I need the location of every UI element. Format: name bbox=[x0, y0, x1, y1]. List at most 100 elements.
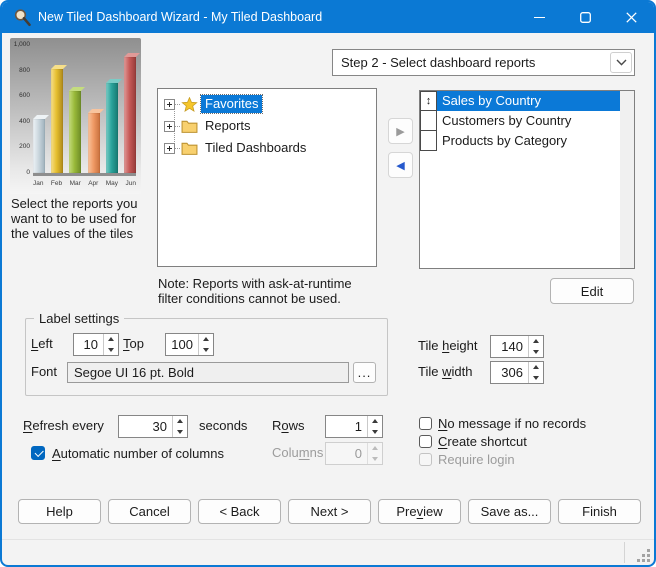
font-browse-button[interactable]: ... bbox=[353, 362, 376, 383]
tree-item-reports[interactable]: Reports bbox=[158, 115, 376, 137]
tree-item-label[interactable]: Tiled Dashboards bbox=[201, 139, 310, 157]
tree-item-label[interactable]: Favorites bbox=[201, 95, 262, 113]
step-select-value: Step 2 - Select dashboard reports bbox=[341, 55, 535, 70]
left-spinner[interactable]: 10 bbox=[73, 333, 119, 356]
chart-preview-image: 1,0008006004002000 JanFebMarAprMayJun bbox=[10, 38, 141, 194]
edit-button[interactable]: Edit bbox=[550, 278, 634, 304]
help-button[interactable]: Help bbox=[18, 499, 101, 524]
dropdown-chevron-box bbox=[610, 52, 632, 73]
chart-bar bbox=[69, 91, 81, 174]
maximize-icon bbox=[580, 12, 591, 23]
list-item-sales-by-country[interactable]: ↕ Sales by Country bbox=[420, 91, 620, 111]
group-title: Label settings bbox=[34, 311, 124, 326]
tile-height-spinner[interactable]: 140 bbox=[490, 335, 544, 358]
reorder-grip-icon[interactable]: ↕ bbox=[420, 91, 437, 111]
create-shortcut-label: Create shortcut bbox=[438, 434, 527, 449]
add-report-button[interactable]: ▶ bbox=[388, 118, 413, 144]
minimize-button[interactable] bbox=[516, 2, 562, 33]
rows-spinner[interactable]: 1 bbox=[325, 415, 383, 438]
list-scrollbar[interactable] bbox=[620, 91, 634, 268]
chart-xtick-label: Mar bbox=[70, 181, 81, 191]
tree-item-tiled-dashboards[interactable]: Tiled Dashboards bbox=[158, 137, 376, 159]
label-settings-group: Label settings bbox=[25, 318, 388, 396]
rows-value[interactable]: 1 bbox=[326, 419, 367, 434]
tile-height-value[interactable]: 140 bbox=[491, 339, 528, 354]
statusbar-divider bbox=[624, 542, 625, 563]
back-button[interactable]: < Back bbox=[198, 499, 281, 524]
expand-plus-icon[interactable] bbox=[164, 99, 175, 110]
spin-down-button[interactable] bbox=[173, 427, 187, 438]
spin-up-button[interactable] bbox=[529, 362, 543, 373]
font-field[interactable]: Segoe UI 16 pt. Bold bbox=[67, 362, 349, 383]
auto-columns-checkbox[interactable] bbox=[31, 446, 45, 460]
triangle-up-icon bbox=[533, 365, 539, 369]
spin-up-button[interactable] bbox=[368, 416, 382, 427]
spinner-buttons bbox=[528, 336, 543, 357]
spin-down-button[interactable] bbox=[104, 345, 118, 356]
close-button[interactable] bbox=[608, 2, 654, 33]
list-item-customers-by-country[interactable]: Customers by Country bbox=[420, 111, 620, 131]
triangle-up-icon bbox=[203, 337, 209, 341]
star-icon bbox=[181, 97, 198, 112]
spin-up-button[interactable] bbox=[104, 334, 118, 345]
list-item-label[interactable]: Products by Category bbox=[437, 131, 620, 151]
save-as-button[interactable]: Save as... bbox=[468, 499, 551, 524]
spin-up-button[interactable] bbox=[529, 336, 543, 347]
triangle-down-icon bbox=[108, 348, 114, 352]
note-line-2: filter conditions cannot be used. bbox=[158, 291, 408, 306]
left-value[interactable]: 10 bbox=[74, 337, 103, 352]
tile-width-label: Tile width bbox=[418, 361, 472, 383]
title-bar[interactable]: New Tiled Dashboard Wizard - My Tiled Da… bbox=[2, 2, 654, 33]
chart-xtick-label: Feb bbox=[51, 181, 62, 191]
tree-stub-line bbox=[175, 126, 180, 127]
top-spinner[interactable]: 100 bbox=[165, 333, 214, 356]
remove-report-button[interactable]: ◀ bbox=[388, 152, 413, 178]
spin-down-button[interactable] bbox=[529, 347, 543, 358]
expand-plus-icon[interactable] bbox=[164, 121, 175, 132]
spin-down-button[interactable] bbox=[529, 373, 543, 384]
selected-reports-list[interactable]: ↕ Sales by Country Customers by Country … bbox=[419, 90, 635, 269]
spinner-buttons bbox=[198, 334, 213, 355]
triangle-down-icon bbox=[533, 350, 539, 354]
no-message-checkbox[interactable] bbox=[419, 417, 432, 430]
spin-down-button[interactable] bbox=[199, 345, 213, 356]
reorder-grip-icon[interactable] bbox=[420, 130, 437, 151]
expand-plus-icon[interactable] bbox=[164, 143, 175, 154]
finish-button[interactable]: Finish bbox=[558, 499, 641, 524]
close-icon bbox=[626, 12, 637, 23]
chart-xtick-label: Jun bbox=[125, 181, 135, 191]
step-select-dropdown[interactable]: Step 2 - Select dashboard reports bbox=[332, 49, 635, 76]
list-item-label[interactable]: Customers by Country bbox=[437, 111, 620, 131]
cancel-button[interactable]: Cancel bbox=[108, 499, 191, 524]
list-item-products-by-category[interactable]: Products by Category bbox=[420, 131, 620, 151]
maximize-button[interactable] bbox=[562, 2, 608, 33]
triangle-up-icon bbox=[533, 339, 539, 343]
chart-x-axis: JanFebMarAprMayJun bbox=[33, 181, 136, 191]
tree-item-label[interactable]: Reports bbox=[201, 117, 255, 135]
create-shortcut-checkbox[interactable] bbox=[419, 435, 432, 448]
spin-up-button[interactable] bbox=[199, 334, 213, 345]
triangle-down-icon bbox=[372, 457, 378, 461]
seconds-label: seconds bbox=[199, 415, 247, 437]
columns-value: 0 bbox=[326, 446, 367, 461]
spin-down-button[interactable] bbox=[368, 427, 382, 438]
left-label: Left bbox=[31, 333, 53, 355]
top-label: Top bbox=[123, 333, 144, 355]
tile-width-spinner[interactable]: 306 bbox=[490, 361, 544, 384]
next-button[interactable]: Next > bbox=[288, 499, 371, 524]
spin-up-button[interactable] bbox=[173, 416, 187, 427]
report-tree-panel[interactable]: Favorites Reports Tiled Dashboards bbox=[157, 88, 377, 267]
triangle-down-icon bbox=[533, 376, 539, 380]
preview-button[interactable]: Preview bbox=[378, 499, 461, 524]
reorder-grip-icon[interactable] bbox=[420, 110, 437, 131]
top-value[interactable]: 100 bbox=[166, 337, 198, 352]
triangle-up-icon bbox=[108, 337, 114, 341]
refresh-value[interactable]: 30 bbox=[119, 419, 172, 434]
resize-grip-icon[interactable] bbox=[637, 549, 650, 562]
tree-item-favorites[interactable]: Favorites bbox=[158, 93, 376, 115]
list-item-label[interactable]: Sales by Country bbox=[437, 91, 620, 111]
refresh-spinner[interactable]: 30 bbox=[118, 415, 188, 438]
tile-width-value[interactable]: 306 bbox=[491, 365, 528, 380]
rows-label: Rows bbox=[272, 415, 305, 437]
columns-label: Columns bbox=[272, 442, 323, 464]
